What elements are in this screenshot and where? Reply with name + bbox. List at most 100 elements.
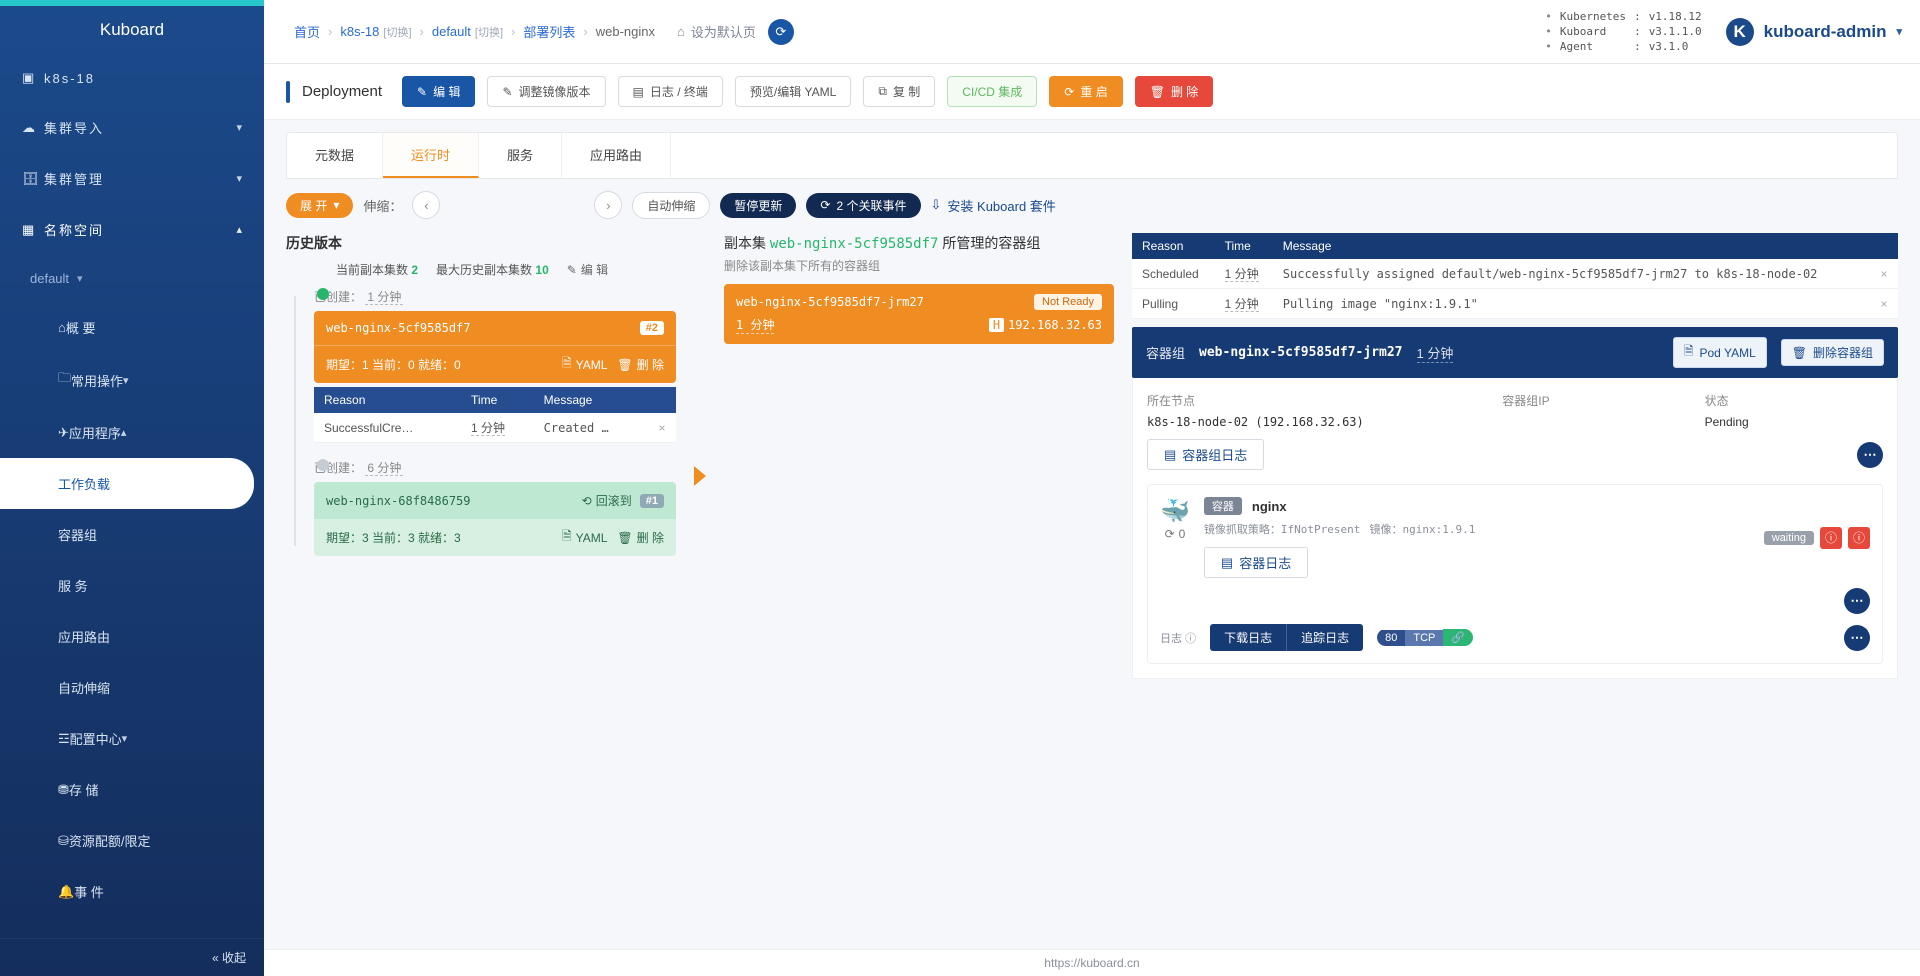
close-icon[interactable]: ×: [1870, 259, 1898, 289]
pod-header: 容器组 web-nginx-5cf9585df7-jrm27 1 分钟 🗎Pod…: [1132, 327, 1898, 378]
sidebar-item-config[interactable]: ☲ 配置中心 ▾: [0, 713, 264, 764]
crumb-home[interactable]: 首页: [294, 22, 320, 41]
copy-button[interactable]: ⧉复 制: [863, 76, 935, 107]
download-logs-button[interactable]: 下载日志: [1210, 624, 1287, 651]
delete-button[interactable]: 🗑删 除: [1135, 76, 1214, 107]
tab-route[interactable]: 应用路由: [562, 133, 671, 178]
assoc-events-button[interactable]: ⟳2 个关联事件: [806, 193, 920, 218]
replicaset-hint[interactable]: 删除该副本集下所有的容器组: [724, 257, 1114, 274]
pod-card[interactable]: web-nginx-5cf9585df7-jrm27Not Ready 1 分钟…: [724, 284, 1114, 344]
scale-plus-button[interactable]: ›: [594, 191, 622, 219]
bell-icon: 🔔: [58, 884, 74, 900]
kuboard-logo-icon: K: [1726, 18, 1754, 46]
pod-logs-button[interactable]: ▤容器组日志: [1147, 439, 1264, 470]
sidebar-item-app[interactable]: ✈ 应用程序 ▴: [0, 407, 264, 458]
delete-pod-button[interactable]: 🗑删除容器组: [1781, 339, 1884, 366]
edit-button[interactable]: ✎编 辑: [402, 76, 475, 107]
tab-runtime[interactable]: 运行时: [383, 133, 479, 178]
crumb-deploys[interactable]: 部署列表: [523, 22, 575, 41]
pause-update-button[interactable]: 暂停更新: [720, 193, 796, 218]
autoscale-button[interactable]: 自动伸缩: [632, 192, 710, 219]
history-title: 历史版本: [286, 233, 676, 253]
rs-delete-button[interactable]: 🗑删 除: [617, 354, 664, 375]
table-row: Pulling1 分钟Pulling image "nginx:1.9.1"×: [1132, 289, 1898, 319]
sidebar-item-overview[interactable]: ⌂ 概 要: [0, 302, 264, 353]
sidebar-item-quota[interactable]: ⛁ 资源配额/限定: [0, 815, 264, 866]
sidebar-item-import[interactable]: ☁ 集群导入 ▾: [0, 102, 264, 153]
sidebar-item-ingress[interactable]: 应用路由: [0, 611, 264, 662]
cluster-icon: ▣: [22, 70, 44, 86]
install-kuboard-suite[interactable]: ⇩安装 Kuboard 套件: [931, 196, 1056, 215]
restart-button[interactable]: ⟳重 启: [1049, 76, 1122, 107]
set-default-button[interactable]: ⌂设为默认页: [677, 22, 756, 41]
yaml-button[interactable]: 🗎YAML: [562, 354, 607, 375]
crumb-cluster[interactable]: k8s-18: [340, 24, 379, 39]
sidebar-item-cluster[interactable]: ▣ k8s-18: [0, 54, 264, 102]
log-icon: ▤: [1221, 555, 1233, 571]
close-icon[interactable]: ×: [1870, 289, 1898, 319]
pod-yaml-button[interactable]: 🗎Pod YAML: [1673, 337, 1767, 368]
cicd-button[interactable]: CI/CD 集成: [947, 76, 1037, 107]
port-chip[interactable]: 80 TCP 🔗: [1377, 629, 1473, 646]
history-item-old[interactable]: web-nginx-68f8486759 ⟲回滚到 #1 期望：3 当前：3 就…: [314, 482, 676, 556]
crumb-ns[interactable]: default: [432, 24, 471, 39]
trash-icon: 🗑: [617, 531, 632, 545]
crumb-switch-ns[interactable]: [切换]: [475, 24, 503, 40]
logs-button[interactable]: ▤日志 / 终端: [618, 76, 723, 107]
sidebar-item-service[interactable]: 服 务: [0, 560, 264, 611]
sidebar-item-storage[interactable]: ⛃ 存 储: [0, 764, 264, 815]
caret-down-icon: ▾: [1896, 25, 1902, 38]
history-edit-button[interactable]: ✎编 辑: [567, 261, 608, 278]
history-item-current[interactable]: web-nginx-5cf9585df7#2 期望：1 当前：0 就绪：0 🗎Y…: [314, 311, 676, 383]
sidebar-item-workload[interactable]: 工作负载: [0, 458, 254, 509]
sidebar-collapse[interactable]: « 收起: [0, 938, 264, 976]
restart-count: ⟳0: [1165, 527, 1186, 541]
close-icon[interactable]: ×: [648, 413, 676, 443]
help-icon[interactable]: ⓘ: [1185, 633, 1196, 645]
trace-logs-button[interactable]: 追踪日志: [1287, 624, 1363, 651]
reload-icon: ⟳: [1064, 85, 1074, 99]
sidebar-item-manage[interactable]: 🗄 集群管理 ▾: [0, 153, 264, 204]
sidebar-namespace-select[interactable]: default ▾: [0, 255, 264, 302]
download-icon: ⇩: [931, 197, 942, 213]
sidebar-menu: ▣ k8s-18 ☁ 集群导入 ▾ 🗄 集群管理 ▾ ▦ 名称空间 ▴ defa…: [0, 54, 264, 938]
link-icon: 🔗: [1443, 629, 1473, 646]
edit-icon: ✎: [417, 85, 427, 99]
footer-url[interactable]: https://kuboard.cn: [264, 949, 1920, 976]
crumb-switch-cluster[interactable]: [切换]: [383, 24, 411, 40]
alert-icon[interactable]: ⓘ: [1848, 527, 1870, 549]
version-info: •Kubernetes:v1.18.12 •Kuboard:v3.1.1.0 •…: [1545, 10, 1701, 53]
yaml-button[interactable]: 🗎YAML: [562, 527, 607, 548]
tab-service[interactable]: 服务: [479, 133, 562, 178]
preview-yaml-button[interactable]: 预览/编辑 YAML: [735, 76, 851, 107]
user-menu[interactable]: K kuboard-admin ▾: [1726, 18, 1902, 46]
sidebar-item-common[interactable]: 🗀 常用操作 ▾: [0, 353, 264, 407]
expand-button[interactable]: 展 开 ▾: [286, 193, 353, 218]
more-button[interactable]: ⋯: [1857, 442, 1883, 468]
container-logs-button[interactable]: ▤容器日志: [1204, 547, 1308, 578]
sidebar-item-pods[interactable]: 容器组: [0, 509, 264, 560]
home-icon: ⌂: [58, 320, 66, 335]
tab-metadata[interactable]: 元数据: [287, 133, 383, 178]
scale-display: 4 / 3: [437, 193, 597, 217]
alert-icon[interactable]: ⓘ: [1820, 527, 1842, 549]
adjust-image-button[interactable]: ✎调整镜像版本: [487, 76, 605, 107]
chevron-down-icon: ▾: [236, 172, 242, 185]
more-button[interactable]: ⋯: [1844, 625, 1870, 651]
sidebar-item-hpa[interactable]: 自动伸缩: [0, 662, 264, 713]
sidebar-item-events[interactable]: 🔔 事 件: [0, 866, 264, 917]
breadcrumb: 首页› k8s-18 [切换]› default [切换]› 部署列表› web…: [294, 19, 794, 45]
rollback-button[interactable]: ⟲回滚到: [582, 492, 632, 509]
storage-icon: ⛃: [58, 782, 69, 798]
page-title: Deployment: [302, 83, 382, 100]
chevron-down-icon: ▾: [333, 198, 339, 212]
refresh-button[interactable]: ⟳: [768, 19, 794, 45]
crumb-current: web-nginx: [596, 24, 655, 39]
more-button[interactable]: ⋯: [1844, 588, 1870, 614]
gear-icon: ✎: [502, 85, 512, 99]
sidebar-item-namespace[interactable]: ▦ 名称空间 ▴: [0, 204, 264, 255]
cloud-icon: ☁: [22, 120, 44, 136]
scale-minus-button[interactable]: ‹: [412, 191, 440, 219]
pod-ip: H192.168.32.63: [989, 318, 1102, 332]
rs-delete-button[interactable]: 🗑删 除: [617, 527, 664, 548]
